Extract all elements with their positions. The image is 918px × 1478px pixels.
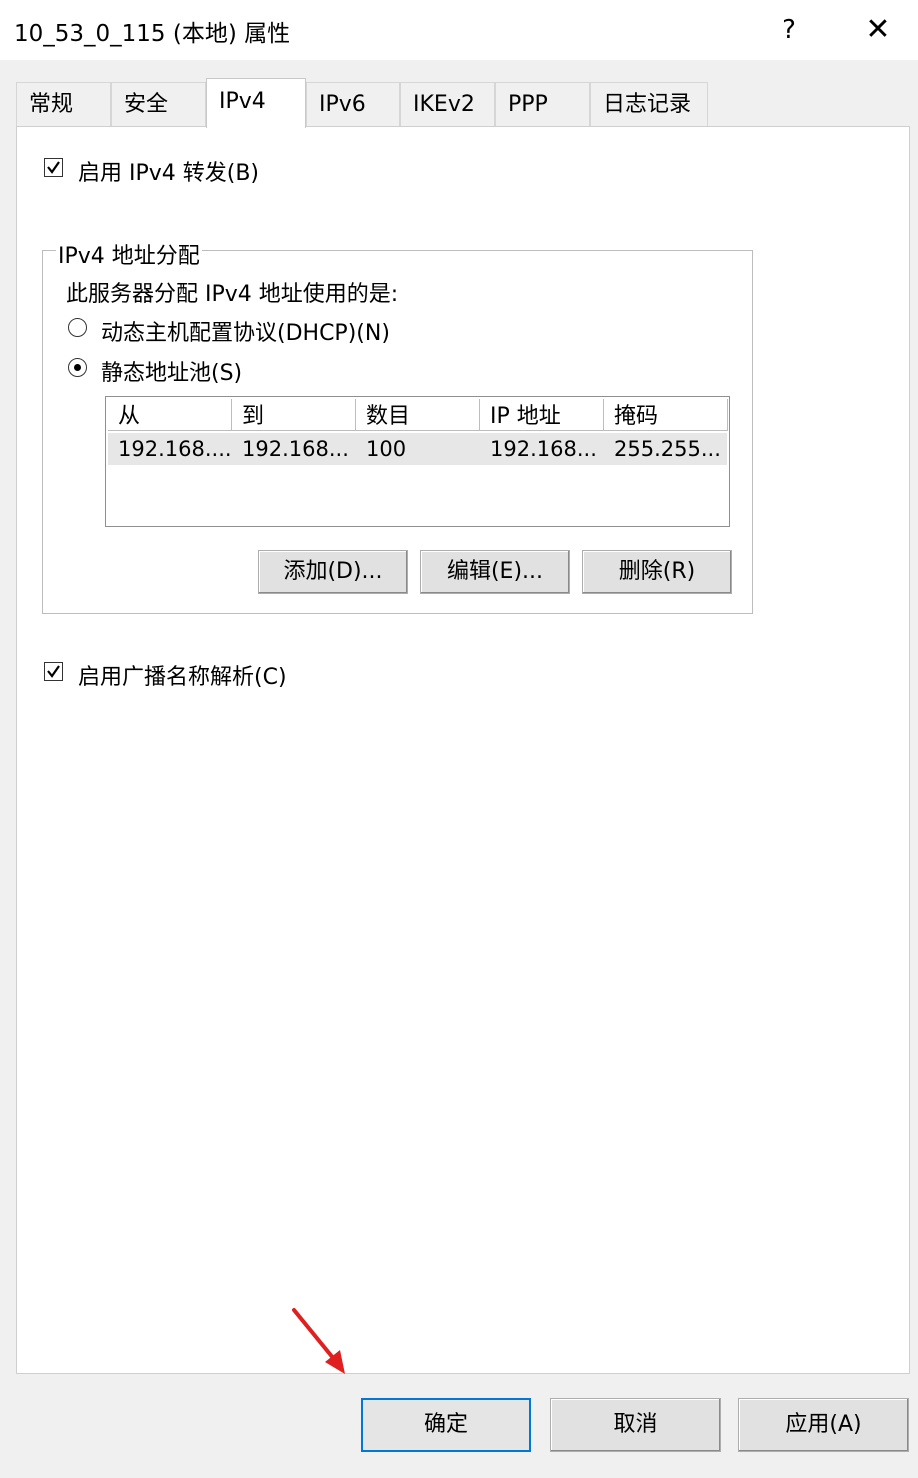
checkmark-icon [47,665,60,678]
remove-button[interactable]: 删除(R) [582,550,732,594]
enable-broadcast-label[interactable]: 启用广播名称解析(C) [78,659,287,691]
tab-ipv4[interactable]: IPv4 [206,78,306,128]
cell-count: 100 [366,437,407,461]
tab-ikev2[interactable]: IKEv2 [400,82,495,126]
radio-selected-dot [74,364,81,371]
tab-ppp[interactable]: PPP [495,82,590,126]
window-title: 10_53_0_115 (本地) 属性 [14,21,291,47]
tab-security[interactable]: 安全 [111,82,206,126]
tab-ipv6[interactable]: IPv6 [306,82,400,126]
address-pool-table[interactable]: 从 到 数目 IP 地址 掩码 192.168.... 192.168... 1… [105,396,730,527]
column-header-mask[interactable]: 掩码 [604,399,728,431]
column-header-to[interactable]: 到 [232,399,356,431]
cell-ip-address: 192.168... [490,437,597,461]
cell-mask: 255.255... [614,437,721,461]
ipv4-assignment-group-title: IPv4 地址分配 [56,238,202,270]
column-header-count[interactable]: 数目 [356,399,480,431]
table-header: 从 到 数目 IP 地址 掩码 [106,397,729,433]
static-pool-radio[interactable] [68,358,87,377]
ok-button[interactable]: 确定 [361,1398,531,1452]
cell-from: 192.168.... [118,437,232,461]
add-button[interactable]: 添加(D)... [258,550,408,594]
red-arrow-icon [292,1308,345,1374]
assignment-prompt: 此服务器分配 IPv4 地址使用的是: [66,282,399,307]
help-button[interactable]: ? [774,8,804,52]
static-pool-radio-label[interactable]: 静态地址池(S) [101,355,242,387]
table-row[interactable]: 192.168.... 192.168... 100 192.168... 25… [108,433,727,465]
enable-ipv4-forwarding-checkbox[interactable] [44,158,63,177]
tab-general[interactable]: 常规 [16,82,111,126]
title-bar: 10_53_0_115 (本地) 属性 ? ✕ [0,0,918,60]
enable-broadcast-checkbox[interactable] [44,662,63,681]
enable-ipv4-forwarding-label[interactable]: 启用 IPv4 转发(B) [78,155,259,187]
cancel-button[interactable]: 取消 [550,1398,721,1452]
edit-button[interactable]: 编辑(E)... [420,550,570,594]
dhcp-radio-label[interactable]: 动态主机配置协议(DHCP)(N) [101,315,390,347]
column-header-ip-address[interactable]: IP 地址 [480,399,604,431]
column-header-from[interactable]: 从 [108,399,232,431]
dhcp-radio[interactable] [68,318,87,337]
tab-logging[interactable]: 日志记录 [590,82,708,126]
cell-to: 192.168... [242,437,349,461]
checkmark-icon [47,161,60,174]
apply-button[interactable]: 应用(A) [738,1398,909,1452]
close-button[interactable]: ✕ [858,8,898,52]
